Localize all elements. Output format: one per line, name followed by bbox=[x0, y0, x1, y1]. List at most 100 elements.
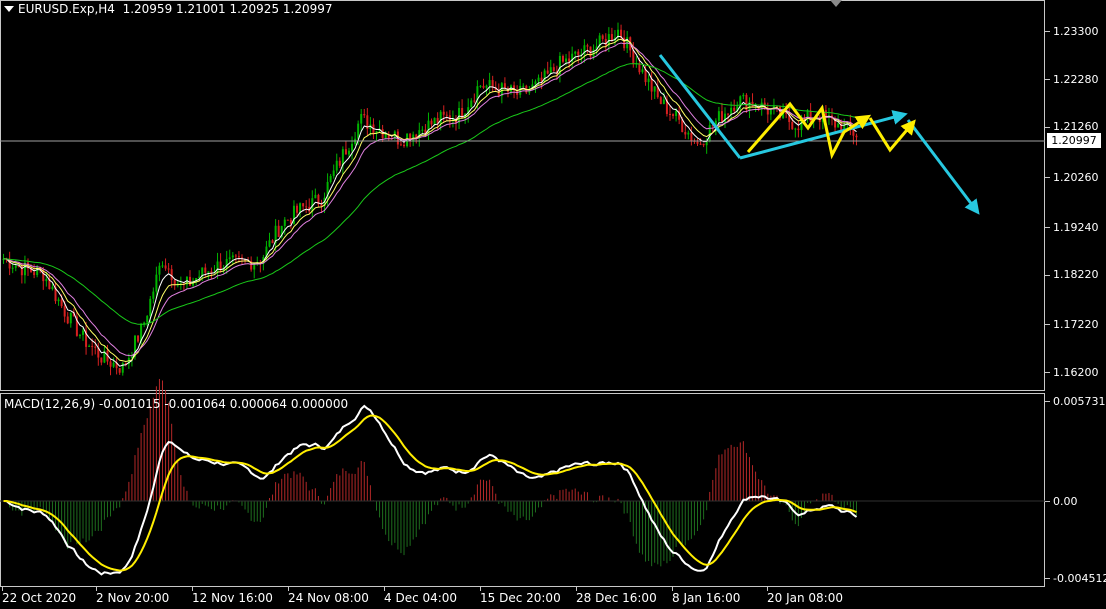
candle-body bbox=[604, 38, 607, 46]
candle-body bbox=[351, 143, 354, 151]
macd-title: MACD(12,26,9) -0.001015 -0.001064 0.0000… bbox=[4, 397, 349, 411]
candle-body bbox=[149, 298, 152, 316]
candle-body bbox=[399, 144, 402, 146]
candle-body bbox=[552, 67, 555, 71]
candle-body bbox=[675, 110, 678, 116]
price-label-1: 1.23300 bbox=[1053, 25, 1099, 38]
candle-body bbox=[769, 109, 772, 115]
candle-body bbox=[305, 206, 308, 208]
candle-body bbox=[100, 357, 103, 363]
candle-body bbox=[473, 100, 476, 102]
candle-body bbox=[57, 299, 60, 302]
time-label-3: 12 Nov 16:00 bbox=[192, 591, 273, 605]
current-price-badge: 1.20997 bbox=[1047, 133, 1101, 148]
price-label-3: 1.21260 bbox=[1053, 120, 1099, 133]
candle-body bbox=[155, 274, 158, 292]
scroll-shift-icon[interactable] bbox=[830, 0, 842, 7]
candle-body bbox=[299, 203, 302, 213]
candle-body bbox=[277, 225, 280, 237]
candle-body bbox=[748, 101, 751, 110]
candle-body bbox=[549, 67, 552, 74]
candle-body bbox=[690, 132, 693, 141]
candle-body bbox=[158, 265, 161, 275]
candle-body bbox=[14, 265, 17, 268]
symbol-label: EURUSD.Exp,H4 bbox=[18, 2, 115, 16]
candle-body bbox=[78, 334, 81, 336]
time-label-4: 24 Nov 08:00 bbox=[288, 591, 369, 605]
candle-body bbox=[601, 35, 604, 39]
candle-body bbox=[641, 69, 644, 73]
candle-body bbox=[161, 265, 164, 267]
candle-body bbox=[69, 312, 72, 324]
candle-body bbox=[503, 83, 506, 89]
price-tick bbox=[1045, 324, 1050, 325]
candle-body bbox=[672, 114, 675, 116]
macd-tick bbox=[1045, 401, 1050, 402]
candle-body bbox=[335, 160, 338, 171]
candle-body bbox=[60, 299, 63, 307]
candle-body bbox=[329, 176, 332, 182]
candle-body bbox=[421, 129, 424, 131]
cyan-trend-arrow-up bbox=[739, 110, 908, 160]
candle-body bbox=[720, 111, 723, 122]
time-label-7: 28 Dec 16:00 bbox=[576, 591, 657, 605]
candle-body bbox=[445, 114, 448, 116]
candle-body bbox=[344, 149, 347, 155]
trading-chart-window: EURUSD.Exp,H4 1.20959 1.21001 1.20925 1.… bbox=[0, 0, 1106, 609]
candle-body bbox=[146, 315, 149, 323]
candle-body bbox=[204, 267, 207, 273]
candle-body bbox=[360, 113, 363, 124]
price-tick bbox=[1045, 227, 1050, 228]
candle-body bbox=[534, 81, 537, 85]
moving-averages bbox=[3, 35, 857, 367]
ma-fast-line bbox=[3, 35, 857, 367]
candle-body bbox=[152, 291, 155, 299]
candle-body bbox=[482, 85, 485, 88]
candle-body bbox=[610, 34, 613, 41]
candle-body bbox=[479, 85, 482, 87]
candle-body bbox=[653, 86, 656, 92]
wave-analysis-drawings bbox=[658, 54, 980, 215]
candle-body bbox=[546, 70, 549, 74]
candle-body bbox=[63, 306, 66, 317]
candle-body bbox=[644, 69, 647, 83]
macd-tick bbox=[1045, 578, 1050, 579]
price-label-2: 1.22280 bbox=[1053, 73, 1099, 86]
candle-body bbox=[228, 257, 231, 260]
candle-body bbox=[659, 97, 662, 105]
candle-body bbox=[809, 110, 812, 122]
menu-triangle-icon[interactable] bbox=[4, 6, 14, 12]
candle-body bbox=[733, 107, 736, 111]
candle-body bbox=[320, 204, 323, 207]
candle-body bbox=[314, 194, 317, 199]
macd-label-max: 0.005731 bbox=[1053, 395, 1106, 408]
price-label-6: 1.18220 bbox=[1053, 268, 1099, 281]
candle-body bbox=[33, 272, 36, 276]
candle-body bbox=[537, 77, 540, 82]
time-label-8: 8 Jan 16:00 bbox=[672, 591, 741, 605]
candle-body bbox=[684, 131, 687, 135]
candle-body bbox=[231, 255, 234, 258]
candle-body bbox=[632, 50, 635, 65]
candle-body bbox=[491, 80, 494, 88]
candle-body bbox=[357, 123, 360, 139]
candle-body bbox=[565, 58, 568, 62]
chart-canvas bbox=[0, 22, 1045, 576]
candle-body bbox=[730, 107, 733, 114]
candle-body bbox=[568, 58, 571, 62]
price-tick bbox=[1045, 31, 1050, 32]
candle-body bbox=[470, 100, 473, 108]
time-label-6: 15 Dec 20:00 bbox=[480, 591, 561, 605]
candle-body bbox=[189, 276, 192, 286]
candle-body bbox=[11, 267, 14, 269]
candle-body bbox=[51, 286, 54, 290]
candle-body bbox=[332, 170, 335, 177]
candle-body bbox=[577, 51, 580, 55]
price-tick bbox=[1045, 127, 1050, 128]
candle-body bbox=[66, 316, 69, 324]
candle-body bbox=[574, 51, 577, 54]
candle-body bbox=[271, 240, 274, 244]
price-label-7: 1.17220 bbox=[1053, 318, 1099, 331]
candle-body bbox=[522, 85, 525, 87]
price-tick bbox=[1045, 177, 1050, 178]
